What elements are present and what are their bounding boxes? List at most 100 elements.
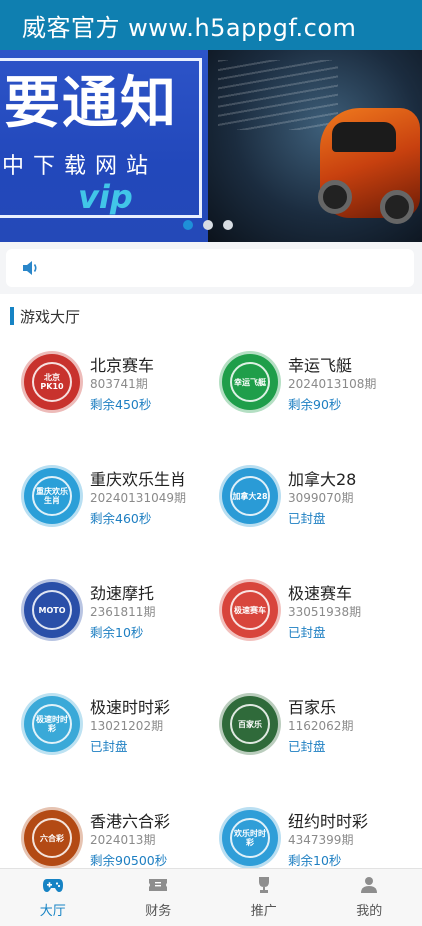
- game-icon-badge: 欢乐时时彩: [230, 818, 270, 858]
- game-name: 幸运飞艇: [288, 356, 353, 375]
- banner-car-image: [208, 50, 422, 242]
- newyork-ssc-icon: 欢乐时时彩: [222, 810, 278, 866]
- game-name: 极速时时彩: [90, 698, 171, 717]
- game-name: 极速赛车: [288, 584, 353, 603]
- game-period: 13021202期: [90, 719, 164, 733]
- game-icon-badge: 极速时时彩: [32, 704, 72, 744]
- banner-left-panel: 要通知 中下载网站 vip: [0, 50, 210, 242]
- speed-racing-icon: 极速赛车: [222, 582, 278, 638]
- game-icon-text: 欢乐时时彩: [234, 829, 266, 847]
- game-name: 百家乐: [288, 698, 337, 717]
- game-item[interactable]: MOTO 劲速摩托 2361811期 剩余10秒: [24, 580, 224, 660]
- game-item[interactable]: 极速赛车 极速赛车 33051938期 已封盘: [222, 580, 422, 660]
- game-item[interactable]: 加拿大28 加拿大28 3099070期 已封盘: [222, 466, 422, 546]
- lobby-title: 游戏大厅: [20, 307, 81, 326]
- game-item[interactable]: 北京PK10 北京赛车 803741期 剩余450秒: [24, 352, 224, 432]
- tab-promote[interactable]: 推广: [211, 869, 317, 926]
- ticket-icon: [149, 879, 168, 891]
- game-name: 重庆欢乐生肖: [90, 470, 187, 489]
- game-status: 剩余10秒: [288, 853, 342, 868]
- lucky-airship-icon: 幸运飞艇: [222, 354, 278, 410]
- car-wheel: [318, 180, 352, 214]
- game-icon-badge: MOTO: [32, 590, 72, 630]
- game-name: 劲速摩托: [90, 584, 155, 603]
- game-icon-text: 北京PK10: [40, 373, 64, 391]
- game-status: 已封盘: [288, 511, 326, 526]
- game-status: 已封盘: [288, 625, 326, 640]
- game-icon-text: MOTO: [38, 605, 66, 615]
- game-icon-text: 加拿大28: [232, 491, 268, 501]
- game-icon-text: 重庆欢乐生肖: [36, 487, 68, 505]
- bottom-tabbar: 大厅 财务 推广 我的: [0, 868, 422, 926]
- tab-finance-label: 财务: [145, 904, 172, 919]
- carousel-dots: [183, 220, 233, 230]
- top-header: 威客官方 www.h5appgf.com: [0, 0, 422, 50]
- game-status: 已封盘: [288, 739, 326, 754]
- game-icon-badge: 六合彩: [32, 818, 72, 858]
- game-period: 803741期: [90, 377, 148, 391]
- speed-ssc-icon: 极速时时彩: [24, 696, 80, 752]
- game-period: 2024013期: [90, 833, 156, 847]
- header-title: 威客官方 www.h5appgf.com: [22, 13, 357, 42]
- game-item[interactable]: 百家乐 百家乐 1162062期 已封盘: [222, 694, 422, 774]
- carousel-dot[interactable]: [183, 220, 193, 230]
- hk-mark-six-icon: 六合彩: [24, 810, 80, 866]
- game-icon-badge: 极速赛车: [230, 590, 270, 630]
- game-icon-text: 百家乐: [238, 719, 262, 729]
- game-period: 1162062期: [288, 719, 354, 733]
- beijing-pk10-icon: 北京PK10: [24, 354, 80, 410]
- game-period: 2361811期: [90, 605, 156, 619]
- notice-bar[interactable]: [6, 249, 414, 287]
- banner-vip-badge: vip: [78, 178, 133, 216]
- gamepad-icon: [42, 879, 63, 892]
- user-icon: [361, 877, 378, 893]
- promo-banner[interactable]: 要通知 中下载网站 vip: [0, 50, 422, 242]
- game-icon-badge: 幸运飞艇: [230, 362, 270, 402]
- game-status: 剩余90500秒: [90, 853, 168, 868]
- canada-28-icon: 加拿大28: [222, 468, 278, 524]
- game-period: 20240131049期: [90, 491, 186, 505]
- game-name: 香港六合彩: [90, 812, 171, 831]
- game-item[interactable]: 重庆欢乐生肖 重庆欢乐生肖 20240131049期 剩余460秒: [24, 466, 224, 546]
- chongqing-zodiac-icon: 重庆欢乐生肖: [24, 468, 80, 524]
- game-period: 3099070期: [288, 491, 354, 505]
- game-item[interactable]: 幸运飞艇 幸运飞艇 2024013108期 剩余90秒: [222, 352, 422, 432]
- banner-headline: 要通知: [4, 71, 178, 136]
- carousel-dot[interactable]: [203, 220, 213, 230]
- carousel-dot[interactable]: [223, 220, 233, 230]
- speed-moto-icon: MOTO: [24, 582, 80, 638]
- tab-mine[interactable]: 我的: [317, 869, 422, 926]
- banner-subline: 中下载网站: [2, 154, 158, 179]
- game-status: 剩余90秒: [288, 397, 342, 412]
- game-icon-text: 六合彩: [40, 833, 64, 843]
- tab-promote-label: 推广: [250, 904, 277, 919]
- app-page: 威客官方 www.h5appgf.com 要通知 中下载网站 vip 游戏大厅 …: [0, 0, 422, 926]
- baccarat-icon: 百家乐: [222, 696, 278, 752]
- game-status: 已封盘: [90, 739, 128, 754]
- trophy-icon: [258, 877, 269, 893]
- game-icon-text: 幸运飞艇: [234, 377, 266, 387]
- game-period: 2024013108期: [288, 377, 377, 391]
- game-status: 剩余10秒: [90, 625, 144, 640]
- game-icon-text: 极速赛车: [234, 605, 266, 615]
- game-name: 加拿大28: [288, 470, 357, 489]
- car-wheel: [380, 190, 414, 224]
- speaker-icon: [23, 261, 37, 275]
- tab-finance[interactable]: 财务: [106, 869, 212, 926]
- game-status: 剩余460秒: [90, 511, 152, 526]
- game-icon-text: 极速时时彩: [36, 715, 68, 733]
- car-windshield: [332, 122, 396, 152]
- lobby-header: 游戏大厅: [10, 306, 80, 326]
- game-icon-badge: 北京PK10: [32, 362, 72, 402]
- game-item[interactable]: 极速时时彩 极速时时彩 13021202期 已封盘: [24, 694, 224, 774]
- game-name: 北京赛车: [90, 356, 155, 375]
- game-period: 33051938期: [288, 605, 362, 619]
- lobby-title-bar: [10, 307, 14, 325]
- light-streaks: [218, 60, 338, 130]
- game-icon-badge: 百家乐: [230, 704, 270, 744]
- game-period: 4347399期: [288, 833, 354, 847]
- game-icon-badge: 加拿大28: [230, 476, 270, 516]
- tab-lobby[interactable]: 大厅: [0, 869, 106, 926]
- game-icon-badge: 重庆欢乐生肖: [32, 476, 72, 516]
- game-name: 纽约时时彩: [288, 812, 369, 831]
